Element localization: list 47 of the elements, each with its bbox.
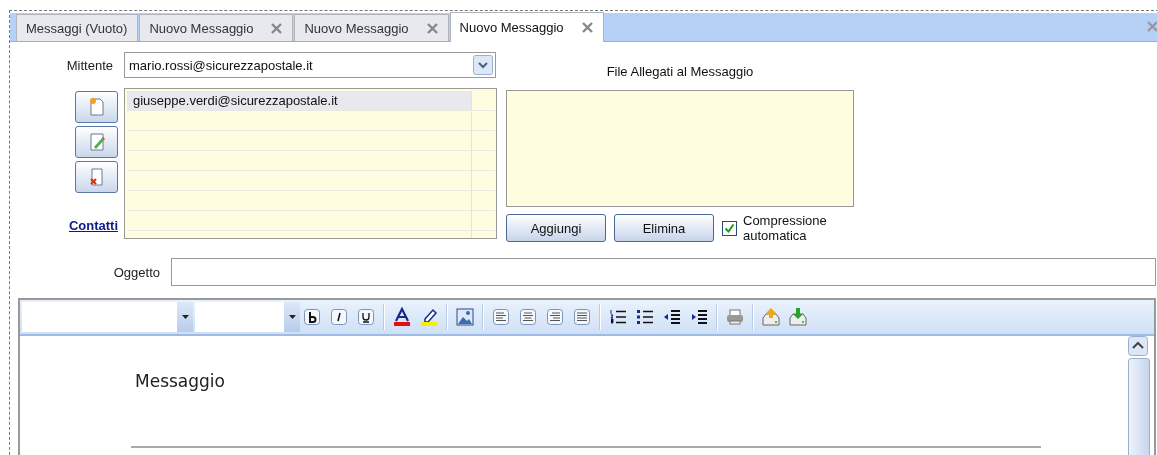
compression-label: Compressione automatica xyxy=(743,213,828,243)
edit-document-icon xyxy=(87,132,106,152)
new-contact-button[interactable] xyxy=(75,91,118,123)
compression-checkbox[interactable] xyxy=(722,220,737,236)
justify-icon[interactable] xyxy=(572,307,592,327)
close-icon[interactable] xyxy=(426,22,438,34)
download-tray-icon[interactable] xyxy=(788,307,808,327)
upload-tray-icon[interactable] xyxy=(761,307,781,327)
printer-icon[interactable] xyxy=(725,307,745,327)
scroll-up-icon[interactable] xyxy=(1128,336,1148,356)
align-center-icon[interactable] xyxy=(518,307,538,327)
sender-label: Mittente xyxy=(65,57,114,73)
underline-icon[interactable] xyxy=(356,307,376,327)
italic-icon[interactable] xyxy=(329,307,349,327)
scroll-thumb[interactable] xyxy=(1128,358,1150,455)
image-icon[interactable] xyxy=(455,307,475,327)
align-right-icon[interactable] xyxy=(545,307,565,327)
attachment-button[interactable]: Elimina xyxy=(614,214,714,242)
tab[interactable]: Nuovo Messaggio xyxy=(449,12,604,42)
message-text: Messaggio xyxy=(135,371,226,391)
new-document-icon xyxy=(87,97,106,117)
attachments-title: File Allegati al Messaggio xyxy=(605,64,755,81)
delete-document-icon xyxy=(87,167,106,187)
bullet-list-icon[interactable] xyxy=(635,307,655,327)
bold-icon[interactable] xyxy=(302,307,322,327)
edit-contact-button[interactable] xyxy=(75,126,118,158)
subject-label: Oggetto xyxy=(112,264,161,280)
highlighter-icon[interactable] xyxy=(419,307,439,327)
tab[interactable]: Messaggi (Vuoto) xyxy=(16,14,139,41)
close-icon[interactable] xyxy=(581,22,593,33)
tab[interactable]: Nuovo Messaggio xyxy=(294,14,449,41)
numbered-list-icon[interactable] xyxy=(608,307,628,327)
scrollbar[interactable] xyxy=(1128,336,1150,455)
delete-contact-button[interactable] xyxy=(75,161,118,193)
contacts-link[interactable]: Contatti xyxy=(68,218,118,233)
text-color-icon[interactable] xyxy=(392,307,412,327)
outdent-icon[interactable] xyxy=(662,307,682,327)
chevron-down-icon[interactable] xyxy=(473,55,493,75)
align-left-icon[interactable] xyxy=(491,307,511,327)
attachment-button[interactable]: Aggiungi xyxy=(506,214,606,242)
sender-dropdown[interactable]: mario.rossi@sicurezzapostale.it xyxy=(124,52,496,78)
close-icon[interactable] xyxy=(271,22,283,34)
subject-field[interactable] xyxy=(171,258,1156,286)
tab[interactable]: Nuovo Messaggio xyxy=(139,14,294,41)
caret-icon xyxy=(288,315,296,319)
indent-icon[interactable] xyxy=(689,307,709,327)
caret-icon xyxy=(181,315,189,319)
